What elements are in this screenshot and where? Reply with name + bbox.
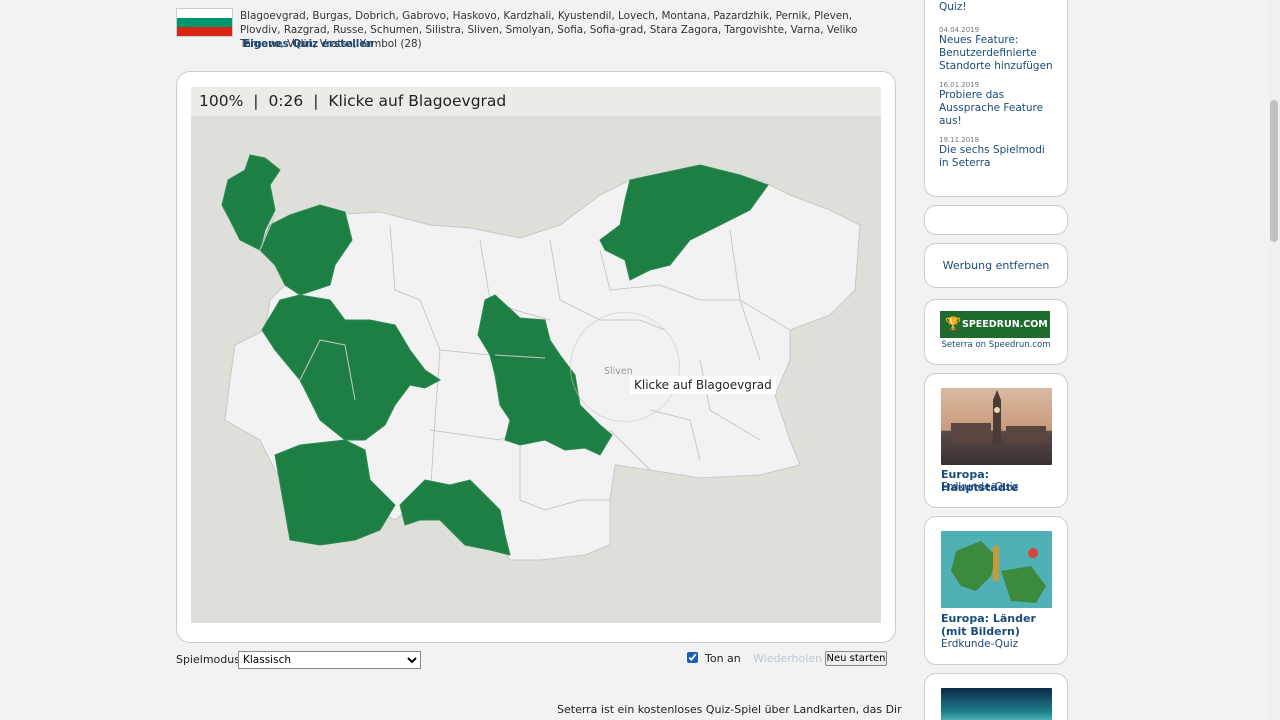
flag-stripe-red [177,26,232,36]
quiz-thumbnail-london[interactable] [941,388,1052,465]
sound-label: Ton an [705,652,741,665]
news-top-link[interactable]: Quiz! [939,1,1053,14]
restart-button[interactable]: Neu starten [825,651,887,666]
news-title[interactable]: Probiere das Aussprache Feature aus! [939,89,1053,128]
quiz-subtitle: Erdkunde-Quiz [941,481,1019,493]
news-title[interactable]: Neues Feature: Benutzerdefinierte Stando… [939,34,1053,73]
news-date: 04.04.2019 [939,26,980,34]
speedrun-logo[interactable]: 🏆 SPEEDRUN.COM [940,311,1050,338]
bulgaria-map [221,154,861,561]
speedrun-caption[interactable]: Seterra on Speedrun.com [925,340,1067,350]
news-item: 16.01.2019 Probiere das Aussprache Featu… [939,81,1053,128]
news-date: 16.01.2019 [939,81,980,89]
page-scroll-thumb[interactable] [1270,100,1278,242]
news-title[interactable]: Die sechs Spielmodi in Seterra [939,144,1053,170]
quiz-card-capitals[interactable]: Europa: Hauptstädte Erdkunde-Quiz [924,373,1068,508]
quiz-title[interactable]: Europa: Länder (mit Bildern) [941,612,1061,638]
separator: | [313,92,319,110]
repeat-link[interactable]: Wiederholen [753,652,822,665]
prompt: Klicke auf Blagoevgrad [328,92,507,110]
page: Blagoevgrad, Burgas, Dobrich, Gabrovo, H… [0,0,1280,720]
bulgaria-flag [176,8,233,37]
cursor-tooltip: Klicke auf Blagoevgrad [630,376,776,394]
quiz-card-countries[interactable]: Europa: Länder (mit Bildern) Erdkunde-Qu… [924,516,1068,665]
hover-region-label: Sliven [604,366,633,377]
europe-map-icon [951,541,1046,603]
remove-ads-box[interactable]: Werbung entfernen [924,243,1068,288]
trophy-icon: 🏆 [945,317,962,332]
description-text: Seterra ist ein kostenloses Quiz-Spiel ü… [557,703,902,716]
big-ben-icon [951,390,1046,445]
empty-box [924,205,1068,235]
game-status-bar: 100% | 0:26 | Klicke auf Blagoevgrad [191,87,881,116]
separator: | [253,92,259,110]
quiz-thumbnail-aurora[interactable] [941,688,1052,720]
flag-stripe-green [177,17,232,27]
create-quiz-link[interactable]: Eigenes Quiz erstellen [243,38,374,50]
remove-ads-link[interactable]: Werbung entfernen [925,259,1067,272]
game-mode-select[interactable]: Klassisch [238,651,421,669]
sound-checkbox[interactable] [687,652,698,663]
game-mode-label: Spielmodus: [176,653,244,666]
quiz-card-partial[interactable] [924,673,1068,720]
quiz-subtitle: Erdkunde-Quiz [941,638,1019,650]
speedrun-logo-text: SPEEDRUN.COM [962,319,1048,330]
news-date: 19.11.2018 [939,136,980,144]
timer: 0:26 [268,92,304,110]
flag-stripe-white [177,9,232,18]
speedrun-box[interactable]: 🏆 SPEEDRUN.COM Seterra on Speedrun.com [924,299,1068,365]
quiz-thumbnail-map[interactable] [941,531,1052,608]
news-box: Quiz! 04.04.2019 Neues Feature: Benutzer… [924,0,1068,197]
score: 100% [199,92,244,110]
news-item: 19.11.2018 Die sechs Spielmodi in Seterr… [939,136,1053,170]
news-item: 04.04.2019 Neues Feature: Benutzerdefini… [939,26,1053,73]
